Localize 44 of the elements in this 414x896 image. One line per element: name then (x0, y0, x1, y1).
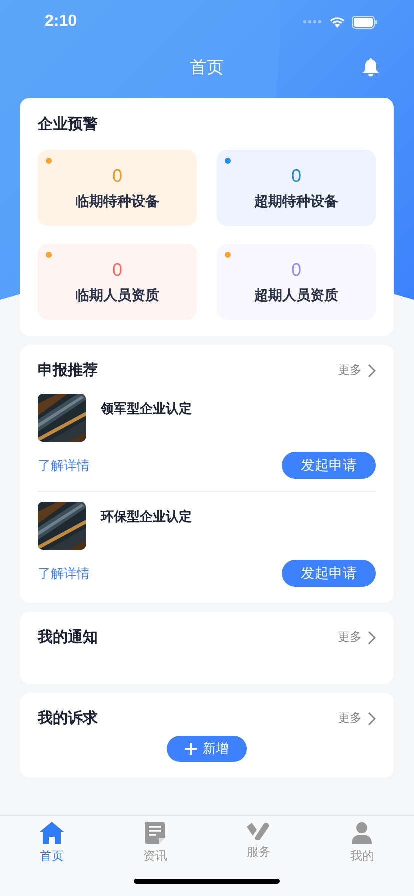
add-button[interactable]: 新增 (167, 736, 247, 762)
user-icon (352, 822, 372, 844)
details-link[interactable]: 了解详情 (38, 456, 90, 474)
alert-label: 临期特种设备 (76, 192, 160, 210)
document-icon (145, 822, 166, 844)
tab[interactable]: 我的 (332, 822, 392, 865)
more-link[interactable]: 更多 (338, 710, 376, 727)
alert-count: 0 (291, 166, 302, 186)
page-title: 首页 (190, 56, 224, 78)
section-title: 申报推荐 (38, 361, 98, 380)
status-time: 2:10 (45, 13, 78, 31)
check-icon (246, 822, 271, 840)
wifi-icon (329, 16, 346, 28)
bell-icon[interactable] (362, 58, 380, 77)
chevron-icon (368, 712, 376, 726)
alert-tile[interactable]: 0 超期人员资质 (217, 244, 376, 320)
item-title: 领军型企业认定 (101, 400, 192, 418)
tab[interactable]: 资讯 (125, 822, 186, 865)
tab[interactable]: 服务 (228, 822, 289, 865)
alert-tile[interactable]: 0 超期特种设备 (217, 150, 376, 226)
alert-count: 0 (291, 260, 302, 280)
signal-icon (303, 20, 323, 24)
home-icon (40, 822, 64, 844)
section-title: 企业预警 (38, 115, 98, 133)
more-link[interactable]: 更多 (338, 629, 376, 646)
chevron-icon (368, 364, 376, 378)
tab[interactable]: 首页 (22, 822, 82, 865)
section-title: 我的通知 (38, 628, 98, 647)
item-title: 环保型企业认定 (101, 508, 192, 526)
section-title: 我的诉求 (38, 709, 98, 728)
alert-label: 超期特种设备 (254, 192, 338, 210)
battery-icon (352, 16, 378, 28)
alert-label: 临期人员资质 (76, 286, 160, 304)
alert-label: 超期人员资质 (254, 286, 338, 304)
plus-icon (185, 743, 197, 755)
apply-button[interactable]: 发起申请 (282, 560, 376, 587)
chevron-icon (368, 630, 376, 644)
details-link[interactable]: 了解详情 (38, 564, 90, 582)
alert-count: 0 (112, 166, 122, 186)
alert-count: 0 (112, 260, 122, 280)
alert-tile[interactable]: 0 临期特种设备 (38, 150, 197, 226)
more-link[interactable]: 更多 (338, 362, 376, 379)
alert-tile[interactable]: 0 临期人员资质 (38, 244, 197, 320)
apply-button[interactable]: 发起申请 (282, 452, 376, 479)
